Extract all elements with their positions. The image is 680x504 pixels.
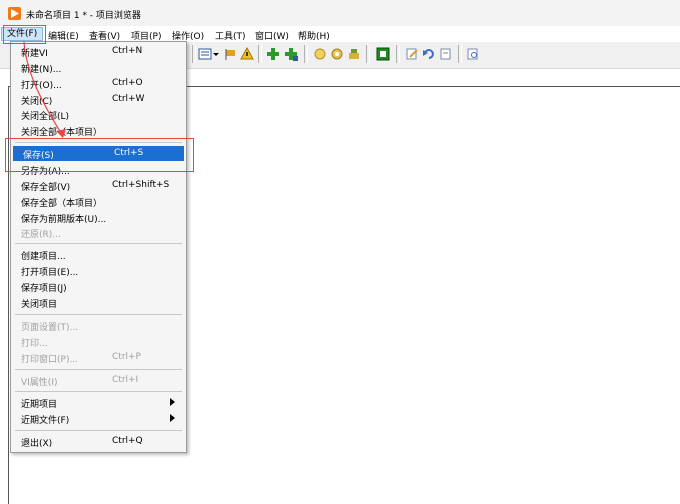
menu-item-save-previous-version[interactable]: 保存为前期版本(U)... bbox=[11, 210, 186, 225]
menu-item-recent-projects[interactable]: 近期项目 bbox=[11, 395, 186, 410]
redo-icon[interactable] bbox=[439, 47, 453, 61]
menu-item-label: 打开项目(E)... bbox=[21, 268, 79, 278]
menu-item-shortcut: Ctrl+Q bbox=[112, 436, 143, 446]
menu-item-label: 打印窗口(P)... bbox=[21, 355, 79, 365]
menu-item-page-setup: 页面设置(T)... bbox=[11, 318, 186, 333]
menu-item-shortcut: Ctrl+I bbox=[112, 375, 139, 385]
undo-icon[interactable] bbox=[422, 47, 436, 61]
menu-item-close[interactable]: 关闭(C) Ctrl+W bbox=[11, 92, 186, 107]
properties-icon[interactable] bbox=[313, 47, 327, 61]
menu-item-vi-properties: VI属性(I) Ctrl+I bbox=[11, 373, 186, 388]
menu-item-label: 新建VI bbox=[21, 49, 48, 59]
menu-item-save-all-project[interactable]: 保存全部（本项目） bbox=[11, 194, 186, 209]
submenu-arrow-icon bbox=[170, 398, 175, 406]
menu-item-label: 近期项目 bbox=[21, 400, 58, 410]
menu-item-save-project[interactable]: 保存项目(J) bbox=[11, 279, 186, 294]
menu-item-label: 近期文件(F) bbox=[21, 416, 70, 426]
menu-item-label: 退出(X) bbox=[21, 439, 53, 449]
menu-help[interactable]: 帮助(H) bbox=[298, 29, 330, 42]
search-icon[interactable] bbox=[466, 47, 480, 61]
menu-item-label: 保存全部（本项目） bbox=[21, 199, 103, 209]
menu-item-shortcut: Ctrl+Shift+S bbox=[112, 180, 170, 190]
add-item-icon[interactable] bbox=[284, 47, 298, 61]
toolbar-separator bbox=[396, 45, 400, 63]
menu-item-shortcut: Ctrl+W bbox=[112, 94, 145, 104]
file-menu-dropdown: 新建VI Ctrl+N 新建(N)... 打开(O)... Ctrl+O 关闭(C)… bbox=[10, 41, 187, 453]
menu-item-close-all[interactable]: 关闭全部(L) bbox=[11, 107, 186, 122]
menu-item-label: 打开(O)... bbox=[21, 81, 62, 91]
toolbar-separator bbox=[458, 45, 462, 63]
menu-item-label: 打印... bbox=[21, 339, 48, 349]
menu-separator bbox=[15, 243, 182, 244]
toolbar-separator bbox=[366, 45, 370, 63]
settings-icon[interactable] bbox=[330, 47, 344, 61]
menu-separator bbox=[15, 430, 182, 431]
rename-icon[interactable] bbox=[405, 47, 419, 61]
app-logo-icon bbox=[8, 7, 21, 20]
menu-separator bbox=[15, 391, 182, 392]
menu-item-recent-files[interactable]: 近期文件(F) bbox=[11, 411, 186, 426]
menu-item-shortcut: Ctrl+N bbox=[112, 46, 143, 56]
tools-icon[interactable] bbox=[347, 47, 361, 61]
menu-item-print: 打印... bbox=[11, 334, 186, 349]
menu-item-label: 保存全部(V) bbox=[21, 183, 71, 193]
menu-item-print-window: 打印窗口(P)... Ctrl+P bbox=[11, 350, 186, 365]
menu-item-label: 保存为前期版本(U)... bbox=[21, 215, 107, 225]
build-icon[interactable] bbox=[376, 47, 390, 61]
menu-item-label: 关闭项目 bbox=[21, 300, 58, 310]
warning-icon[interactable] bbox=[240, 46, 254, 61]
menu-item-exit[interactable]: 退出(X) Ctrl+Q bbox=[11, 434, 186, 449]
dropdown-arrow-icon[interactable] bbox=[212, 47, 220, 61]
toolbar-separator bbox=[304, 45, 308, 63]
window-title: 未命名项目 1 * - 项目浏览器 bbox=[26, 11, 141, 21]
menu-item-new-vi[interactable]: 新建VI Ctrl+N bbox=[11, 44, 186, 59]
menu-item-create-project[interactable]: 创建项目... bbox=[11, 247, 186, 262]
menu-item-label: 创建项目... bbox=[21, 252, 66, 262]
menu-item-label: 保存项目(J) bbox=[21, 284, 67, 294]
menu-item-label: 还原(R)... bbox=[21, 230, 61, 240]
list-view-icon[interactable] bbox=[198, 47, 212, 61]
menu-item-label: 页面设置(T)... bbox=[21, 323, 79, 333]
menu-item-label: 关闭(C) bbox=[21, 97, 53, 107]
menu-item-new[interactable]: 新建(N)... bbox=[11, 60, 186, 75]
menu-item-shortcut: Ctrl+P bbox=[112, 352, 141, 362]
menu-item-label: 关闭全部(L) bbox=[21, 112, 70, 122]
menu-separator bbox=[15, 314, 182, 315]
menu-item-open[interactable]: 打开(O)... Ctrl+O bbox=[11, 76, 186, 91]
menu-item-label: VI属性(I) bbox=[21, 378, 58, 388]
menu-item-close-project[interactable]: 关闭项目 bbox=[11, 295, 186, 310]
menu-item-save-all[interactable]: 保存全部(V) Ctrl+Shift+S bbox=[11, 178, 186, 193]
menu-item-shortcut: Ctrl+O bbox=[112, 78, 143, 88]
menu-item-open-project[interactable]: 打开项目(E)... bbox=[11, 263, 186, 278]
add-icon[interactable] bbox=[266, 47, 280, 61]
menu-tools[interactable]: 工具(T) bbox=[215, 29, 246, 42]
annotation-box-save bbox=[5, 138, 194, 172]
menu-item-label: 新建(N)... bbox=[21, 65, 62, 75]
annotation-box-file-menu bbox=[3, 25, 46, 44]
toolbar-separator bbox=[258, 45, 262, 63]
menu-item-close-all-project[interactable]: 关闭全部（本项目） bbox=[11, 123, 186, 138]
flag-icon[interactable] bbox=[224, 47, 238, 61]
toolbar-separator bbox=[192, 45, 196, 63]
menu-item-revert: 还原(R)... bbox=[11, 225, 186, 240]
submenu-arrow-icon bbox=[170, 414, 175, 422]
menu-item-label: 关闭全部（本项目） bbox=[21, 128, 103, 138]
menu-window[interactable]: 窗口(W) bbox=[255, 29, 289, 42]
title-bar: 未命名项目 1 * - 项目浏览器 bbox=[0, 0, 680, 26]
menu-separator bbox=[15, 369, 182, 370]
